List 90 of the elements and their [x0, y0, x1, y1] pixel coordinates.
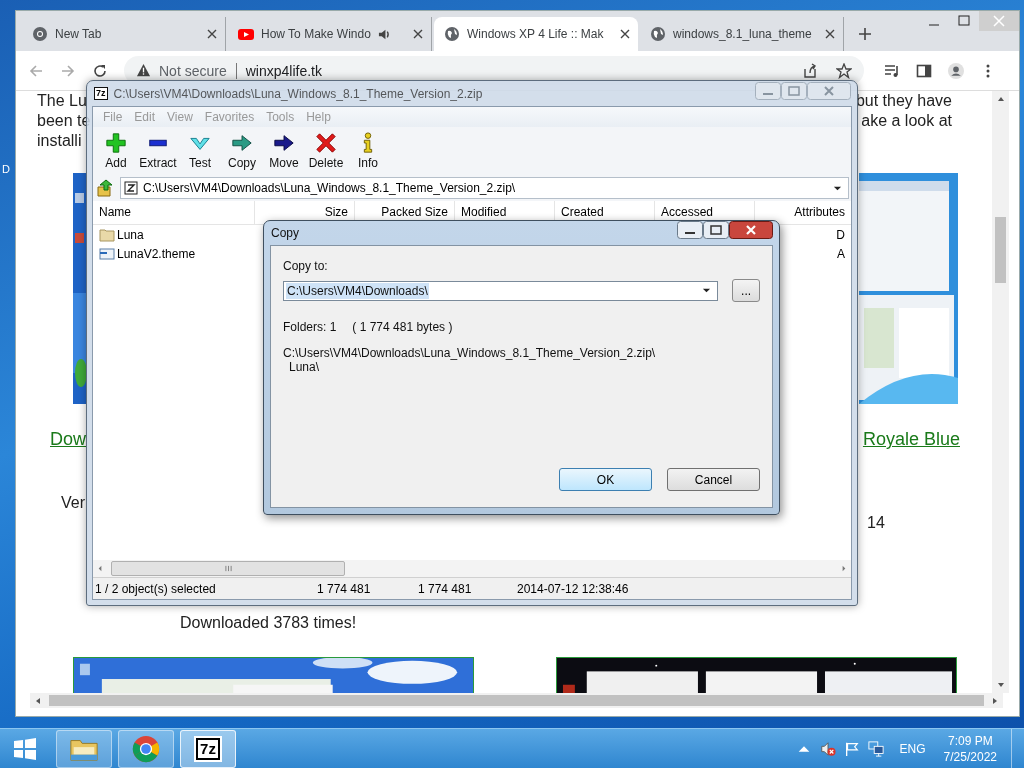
media-queue-icon[interactable] [884, 62, 900, 79]
muted-speaker-icon[interactable] [819, 740, 836, 757]
grip-icon [223, 565, 233, 572]
toolbar-button[interactable]: Add [95, 127, 137, 175]
column-header[interactable]: Attributes [755, 201, 851, 224]
side-panel-icon[interactable] [916, 62, 932, 79]
column-header[interactable]: Name [93, 201, 255, 224]
dialog-button[interactable]: Cancel [667, 468, 760, 491]
status-text: 1 774 481 [418, 582, 472, 596]
caret-icon [702, 286, 712, 295]
status-text: 1 774 481 [317, 582, 371, 596]
browser-tab[interactable]: Windows XP 4 Life :: Mak [434, 17, 638, 51]
download-link[interactable]: Dow [50, 428, 86, 450]
browser-tab[interactable]: windows_8.1_luna_theme [640, 17, 844, 51]
archive-icon [124, 181, 138, 195]
video-play-icon [238, 26, 254, 42]
status-text: 2014-07-12 12:38:46 [517, 582, 629, 596]
toolbar-button[interactable]: Copy [221, 127, 263, 175]
toolbar-button[interactable]: Delete [305, 127, 347, 175]
close-icon[interactable] [207, 29, 217, 39]
file-name[interactable]: LunaV2.theme [117, 246, 196, 261]
taskbar-app[interactable] [56, 729, 112, 768]
paragraph-text: installi [37, 131, 82, 151]
taskbar-app[interactable] [118, 729, 174, 768]
scrollbar-thumb[interactable] [49, 695, 984, 706]
close-icon[interactable] [413, 29, 423, 39]
dialog-title: Copy [271, 226, 299, 240]
app-logo: 7z [94, 87, 108, 100]
cross-icon [315, 132, 337, 154]
new-tab-icon[interactable] [858, 27, 872, 41]
close-icon[interactable] [825, 29, 835, 39]
table-cell: D [836, 227, 845, 242]
file-name[interactable]: Luna [117, 227, 144, 242]
plus-icon [105, 132, 127, 154]
desktop-icon-label: D [2, 163, 10, 175]
horizontal-scrollbar[interactable] [30, 693, 1003, 708]
download-count: Downloaded 3783 times! [180, 614, 357, 631]
path-field[interactable]: C:\Users\VM4\Downloads\Luna_Windows_8.1_Theme_Version_2.zip\ [120, 177, 849, 199]
byte-count: ( 1 774 481 bytes ) [352, 320, 453, 334]
download-link[interactable]: Royale Blue [862, 428, 960, 450]
browser-tab[interactable]: How To Make Windo [228, 17, 432, 51]
close-icon[interactable] [620, 29, 630, 39]
file-icon [99, 245, 115, 262]
share-icon[interactable] [802, 62, 818, 79]
toolbar-button[interactable]: Test [179, 127, 221, 175]
field-label: Copy to: [283, 259, 329, 273]
close-icon[interactable] [729, 221, 773, 239]
date-text: 14 [867, 514, 885, 531]
vertical-scrollbar[interactable] [992, 91, 1009, 693]
scrollbar-thumb[interactable] [111, 561, 345, 576]
security-label: Not secure [159, 62, 227, 79]
browser-tab[interactable]: New Tab [22, 17, 226, 51]
arrow-right-icon [231, 132, 253, 154]
chrome-icon [32, 26, 48, 42]
globe-icon [444, 26, 460, 42]
folder-up-icon[interactable] [96, 179, 114, 197]
dialog-button[interactable]: OK [559, 468, 652, 491]
folder-count: Folders: 1 [283, 320, 337, 334]
status-text: 1 / 2 object(s) selected [95, 582, 216, 596]
window-title: C:\Users\VM4\Downloads\Luna_Windows_8.1_Theme_Version_2.zip [113, 86, 483, 101]
paragraph-text: The Lu [37, 91, 87, 111]
taskbar-app[interactable]: 7z [180, 729, 236, 768]
toolbar-button[interactable]: Info [347, 127, 389, 175]
windows-logo-icon [13, 736, 37, 761]
destination-field[interactable]: C:\Users\VM4\Downloads\ [283, 280, 719, 301]
paragraph-text: ake a look at [861, 111, 952, 131]
reload-icon[interactable] [92, 62, 108, 79]
arrow-right-icon [273, 132, 295, 154]
forward-icon[interactable] [60, 62, 76, 79]
network-icon[interactable] [867, 740, 884, 757]
toolbar-button[interactable]: Extract [137, 127, 179, 175]
table-cell: A [837, 246, 845, 261]
profile-icon[interactable] [948, 62, 964, 79]
version-text: Ver [61, 494, 85, 511]
app-logo: 7z [196, 737, 220, 760]
url-text: winxp4life.tk [245, 62, 323, 79]
scrollbar-thumb[interactable] [995, 217, 1006, 283]
star-icon[interactable] [836, 62, 852, 79]
source-item: Luna\ [288, 360, 321, 374]
folder-icon [99, 226, 115, 243]
back-icon[interactable] [28, 62, 44, 79]
warning-icon [136, 63, 151, 78]
globe-icon [650, 26, 666, 42]
toolbar-button[interactable]: Move [263, 127, 305, 175]
minimize-icon[interactable] [677, 221, 703, 239]
maximize-icon[interactable] [703, 221, 729, 239]
source-path: C:\Users\VM4\Downloads\Luna_Windows_8.1_Theme_Version_2.zip\ [283, 346, 657, 360]
browse-button[interactable]: ... [732, 279, 760, 302]
chrome-icon [131, 734, 161, 763]
flag-icon[interactable] [843, 740, 860, 757]
